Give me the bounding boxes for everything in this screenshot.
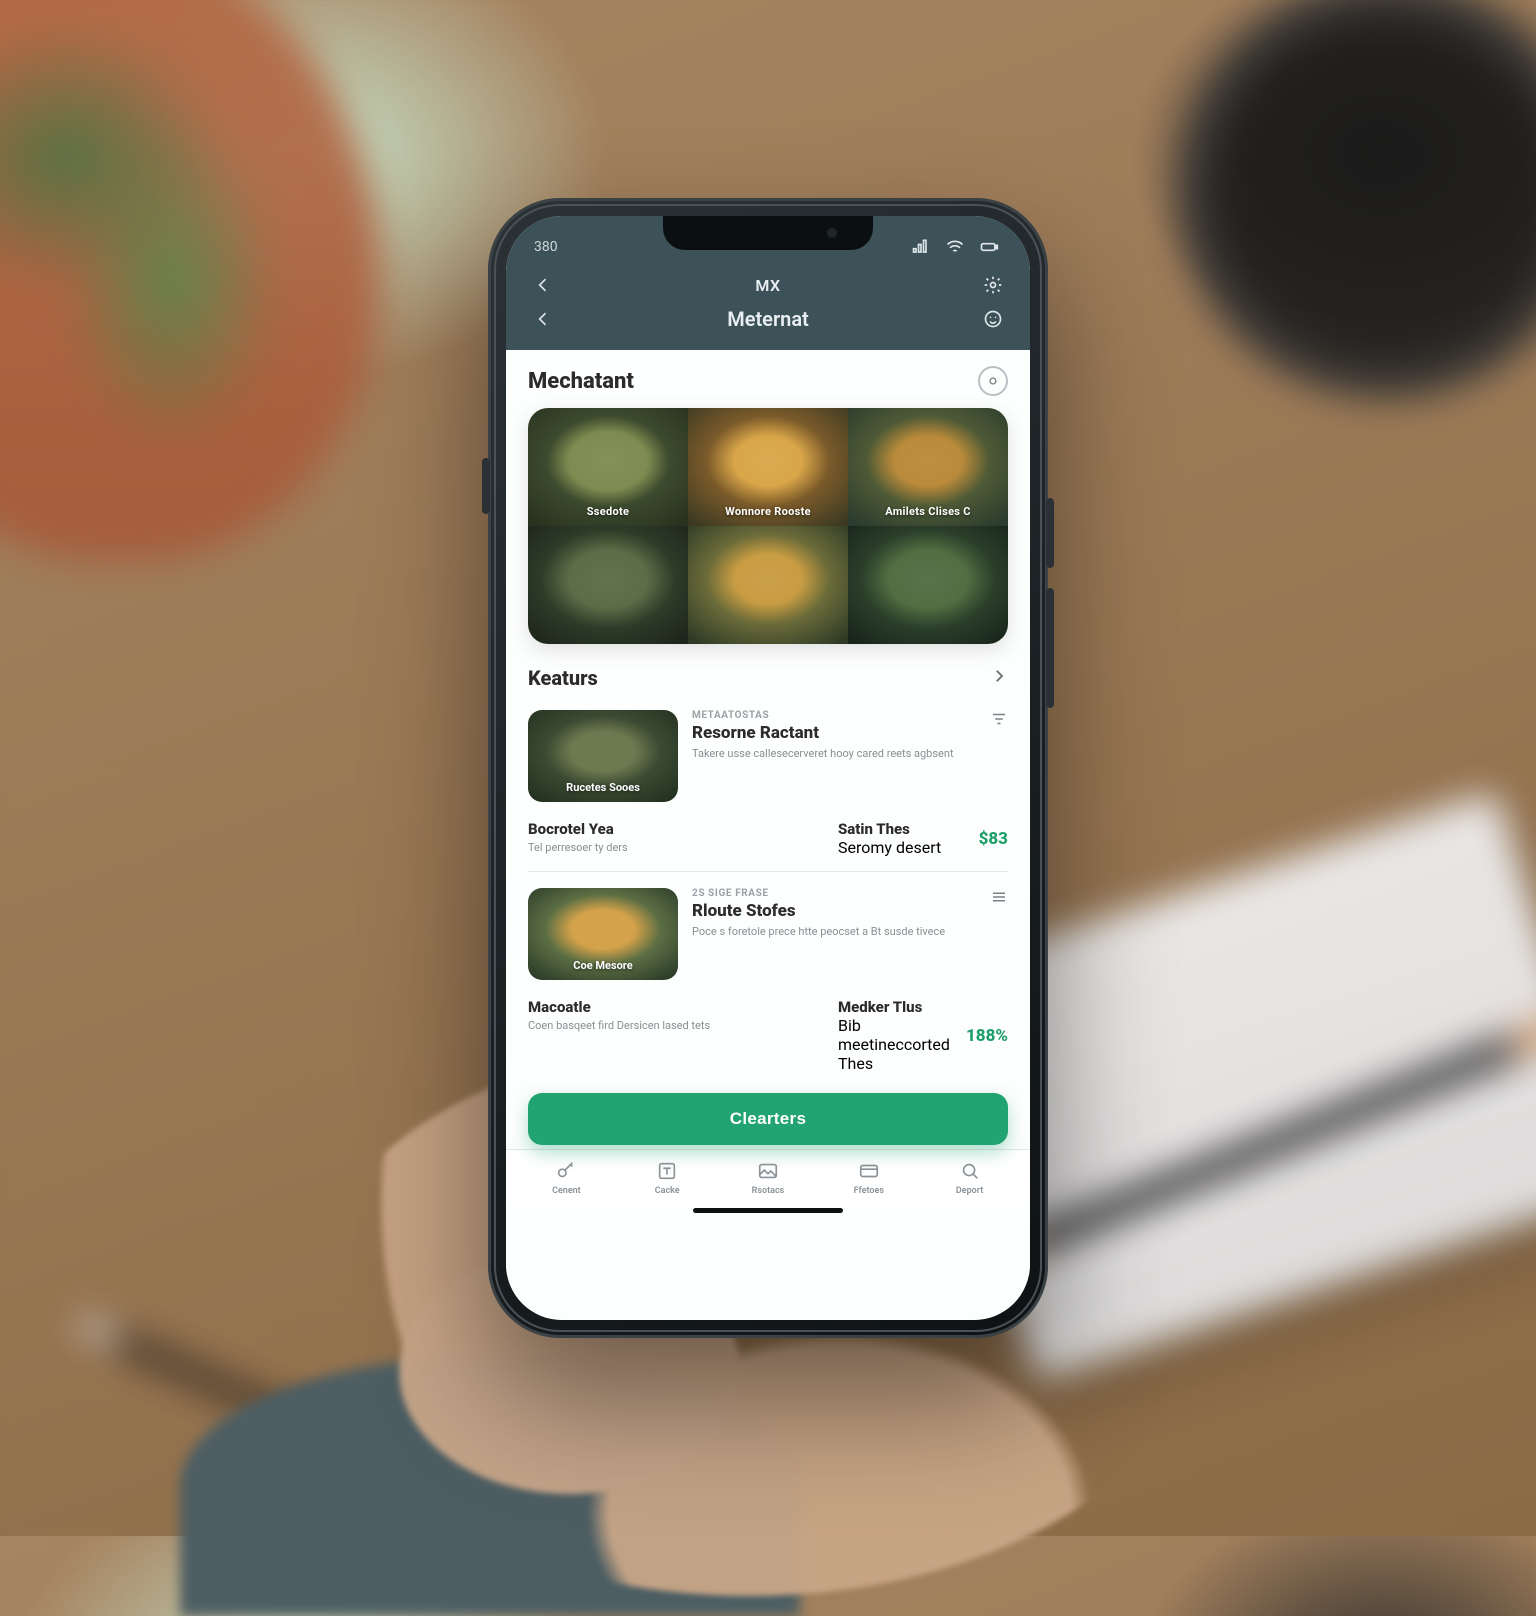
tab-item[interactable]: Cenent [516,1160,617,1196]
list-item[interactable]: Coe Mesore 2S Sige Frase Rloute Stofes P… [506,876,1030,992]
gallery-dish[interactable]: Amilets Clises C [848,408,1008,526]
stat-right-label: Satin Thes [838,820,941,838]
tab-item[interactable]: Deport [919,1160,1020,1196]
back-button[interactable] [530,272,556,298]
tab-label: Rsotacs [752,1186,785,1196]
list-item[interactable]: Rucetes Sooes Metaatostas Resorne Ractan… [506,698,1030,814]
dish-caption: Amilets Clises C [885,505,971,518]
phone-frame: 380 MX Meternat [488,198,1048,1338]
phone-screen: 380 MX Meternat [506,216,1030,1320]
home-indicator[interactable] [693,1208,843,1213]
gallery-dish[interactable]: Wonnore Rooste [688,408,848,526]
side-button [1046,588,1054,708]
wifi-icon [942,234,968,260]
list-title: Rloute Stofes [692,901,976,921]
merchant-heading: Mechatant [528,369,634,394]
page-title: Meternat [556,307,980,331]
list-info: 2S Sige Frase Rloute Stofes Poce s foret… [692,888,976,940]
square-t-icon [654,1160,680,1182]
phone-notch [663,216,873,250]
food-gallery[interactable]: Ssedote Wonnore Rooste Amilets Clises C [528,408,1008,644]
primary-cta-button[interactable]: Clearters [528,1093,1008,1145]
stat-left-sub: Tel perresoer ty ders [528,841,824,854]
tab-item[interactable]: Ffetoes [818,1160,919,1196]
gallery-dish[interactable] [848,526,1008,644]
dish-caption: Ssedote [587,505,630,518]
tab-item[interactable]: Cacke [617,1160,718,1196]
stat-left-sub: Coen basqeet fird Dersicen lased tets [528,1019,824,1032]
stat-row: Bocrotel Yea Tel perresoer ty ders Satin… [506,814,1030,867]
back-button-secondary[interactable] [530,306,556,332]
ambient-plant [0,0,380,560]
header-row-1: MX [506,262,1030,302]
tab-label: Cenent [552,1186,581,1196]
gallery-dish[interactable] [688,526,848,644]
battery-icon [976,234,1002,260]
header-row-2: Meternat [506,302,1030,350]
key-icon [553,1160,579,1182]
search-icon [957,1160,983,1182]
dish-caption: Wonnore Rooste [725,505,811,518]
stat-right-label: Medker Tlus [838,998,966,1016]
side-button [482,458,490,514]
image-icon [755,1160,781,1182]
stat-price: $83 [979,829,1008,849]
list-desc: Poce s foretole prece htte peocset a Bt … [692,925,976,940]
stat-right-sub: Seromy desert [838,838,941,857]
content-scroll[interactable]: Mechatant Ssedote Wonnore Rooste Amilets… [506,350,1030,1320]
list-title: Resorne Ractant [692,723,976,743]
tab-label: Ffetoes [854,1186,884,1196]
status-clock: 380 [534,239,558,255]
merchant-section: Mechatant Ssedote Wonnore Rooste Amilets… [506,350,1030,648]
stat-price: 188% [966,1026,1008,1046]
stat-right-sub: Bib meetineccorted Thes [838,1016,966,1073]
list-thumb: Coe Mesore [528,888,678,980]
side-button [1046,498,1054,568]
list-kicker: Metaatostas [692,710,976,721]
ambient-coffee-cup [1176,0,1536,400]
settings-button[interactable] [980,272,1006,298]
info-button[interactable] [978,366,1008,396]
menu-icon[interactable] [990,888,1008,910]
tab-label: Deport [956,1186,983,1196]
card-icon [856,1160,882,1182]
help-button[interactable] [980,306,1006,332]
tab-label: Cacke [655,1186,680,1196]
tab-item[interactable]: Rsotacs [718,1160,819,1196]
header-brand: MX [556,276,980,295]
divider [528,871,1008,872]
keaturs-header[interactable]: Keaturs [506,648,1030,698]
signal-icon [908,234,934,260]
keaturs-heading: Keaturs [528,666,598,690]
thumb-caption: Rucetes Sooes [566,781,640,794]
tab-bar: Cenent Cacke Rsotacs Ffetoes Deport [506,1149,1030,1202]
chevron-right-icon [990,667,1008,689]
list-thumb: Rucetes Sooes [528,710,678,802]
list-info: Metaatostas Resorne Ractant Takere usse … [692,710,976,762]
stat-left-label: Bocrotel Yea [528,820,824,838]
gallery-dish[interactable] [528,526,688,644]
list-kicker: 2S Sige Frase [692,888,976,899]
stat-row: Macoatle Coen basqeet fird Dersicen lase… [506,992,1030,1083]
stat-left-label: Macoatle [528,998,824,1016]
gallery-dish[interactable]: Ssedote [528,408,688,526]
list-desc: Takere usse callesecerveret hooy cared r… [692,747,976,762]
thumb-caption: Coe Mesore [573,959,632,972]
filter-icon[interactable] [990,710,1008,732]
